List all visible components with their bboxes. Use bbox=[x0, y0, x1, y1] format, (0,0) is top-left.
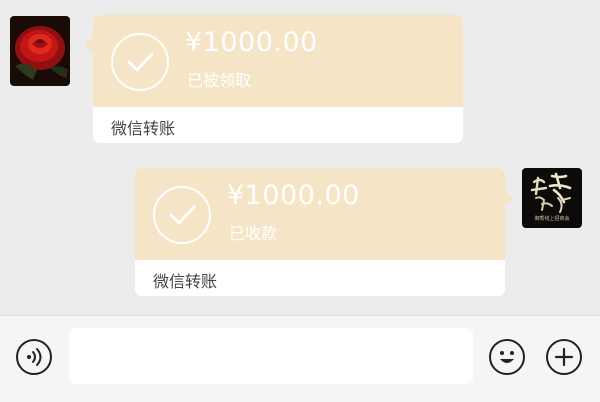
chat-input-bar bbox=[0, 315, 600, 402]
message-input[interactable] bbox=[69, 328, 473, 384]
red-rose-photo bbox=[10, 16, 70, 86]
transfer-caption: 微信转账 bbox=[111, 119, 176, 138]
bubble-tail bbox=[85, 37, 93, 53]
check-circle-icon bbox=[153, 186, 211, 244]
transfer-card-top: ¥1000.00 已收款 bbox=[135, 168, 505, 260]
emoji-button[interactable] bbox=[489, 339, 525, 375]
avatar-caption: 御秀线上招商会 bbox=[534, 216, 570, 222]
transfer-card-top: ¥1000.00 已被领取 bbox=[93, 15, 463, 107]
avatar-right[interactable]: 御秀线上招商会 bbox=[522, 168, 582, 228]
transfer-status: 已收款 bbox=[229, 224, 278, 243]
voice-button[interactable] bbox=[16, 339, 52, 375]
avatar-left[interactable] bbox=[10, 16, 70, 86]
voice-icon bbox=[27, 348, 42, 366]
plus-button[interactable] bbox=[546, 339, 582, 375]
transfer-amount: ¥1000.00 bbox=[227, 180, 360, 211]
bubble-tail bbox=[505, 190, 513, 206]
transfer-status: 已被领取 bbox=[187, 71, 252, 90]
plus-icon bbox=[554, 347, 574, 367]
emoji-icon bbox=[500, 351, 514, 363]
transfer-message-received[interactable]: ¥1000.00 已被领取 微信转账 bbox=[85, 15, 463, 143]
transfer-message-sent[interactable]: ¥1000.00 已收款 微信转账 bbox=[135, 168, 513, 296]
transfer-caption: 微信转账 bbox=[153, 272, 218, 291]
transfer-amount: ¥1000.00 bbox=[185, 27, 318, 58]
check-circle-icon bbox=[111, 33, 169, 91]
